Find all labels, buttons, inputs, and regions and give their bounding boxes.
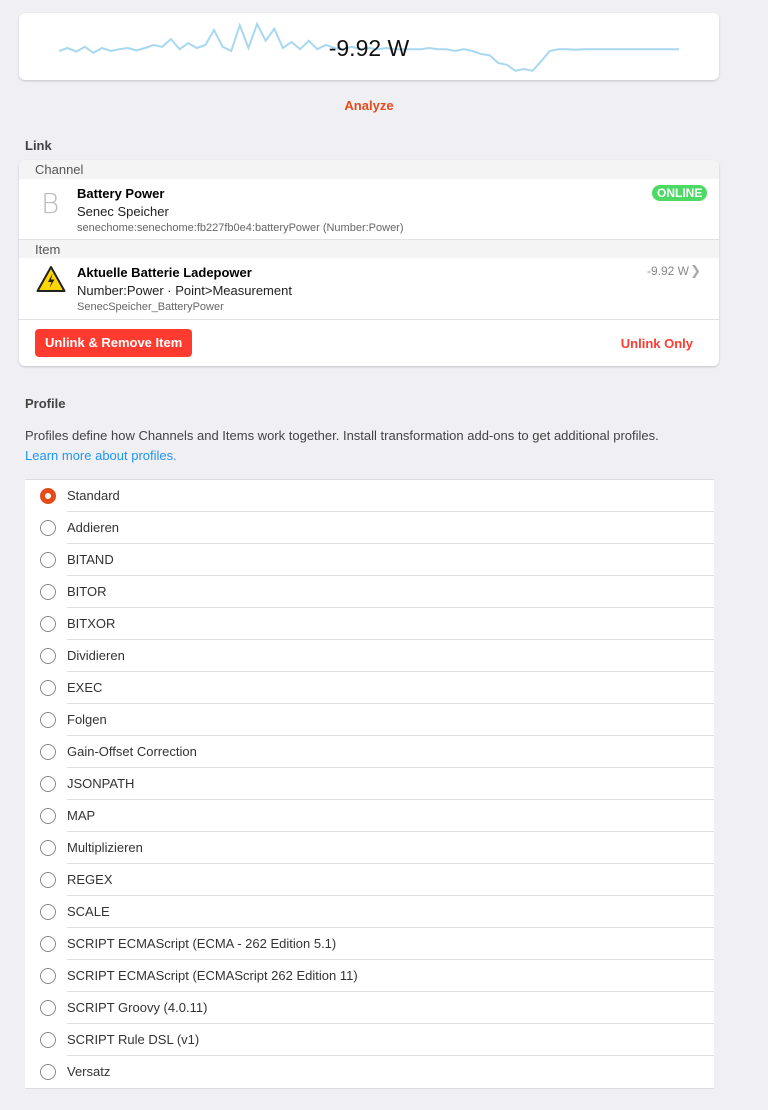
- profile-radio-list: Standard Addieren BITAND BITOR BITXOR Dividie…: [25, 479, 714, 1089]
- channel-name: Battery Power: [77, 186, 165, 201]
- radio-button[interactable]: [40, 904, 56, 920]
- profile-option[interactable]: BITOR: [25, 576, 714, 608]
- item-type: Number:Power · Point>Measurement: [77, 283, 292, 298]
- profile-option[interactable]: Standard: [25, 480, 714, 512]
- profile-option-label: Multiplizieren: [67, 840, 143, 855]
- radio-button[interactable]: [40, 648, 56, 664]
- radio-button[interactable]: [40, 680, 56, 696]
- profile-option[interactable]: Multiplizieren: [25, 832, 714, 864]
- profile-option-label: SCALE: [67, 904, 110, 919]
- sparkline-card[interactable]: -9.92 W: [19, 13, 719, 80]
- warning-icon: [36, 266, 66, 292]
- profile-option-label: Standard: [67, 488, 120, 503]
- unlink-only-button[interactable]: Unlink Only: [621, 336, 693, 351]
- analyze-link[interactable]: Analyze: [0, 98, 738, 113]
- chevron-right-icon[interactable]: ❯: [690, 263, 701, 279]
- radio-button[interactable]: [40, 936, 56, 952]
- divider: [19, 319, 719, 320]
- profile-option[interactable]: SCRIPT Groovy (4.0.11): [25, 992, 714, 1024]
- profile-section-title: Profile: [25, 396, 66, 411]
- profile-option-label: BITOR: [67, 584, 107, 599]
- radio-button[interactable]: [40, 616, 56, 632]
- radio-button[interactable]: [40, 1064, 56, 1080]
- profile-option-label: Gain-Offset Correction: [67, 744, 197, 759]
- profile-option[interactable]: SCRIPT ECMAScript (ECMAScript 262 Editio…: [25, 960, 714, 992]
- profile-option-label: BITAND: [67, 552, 114, 567]
- profile-option[interactable]: SCRIPT Rule DSL (v1): [25, 1024, 714, 1056]
- channel-uid: senechome:senechome:fb227fb0e4:batteryPo…: [77, 222, 404, 234]
- profile-option[interactable]: Gain-Offset Correction: [25, 736, 714, 768]
- radio-button[interactable]: [40, 488, 56, 504]
- profile-option-label: JSONPATH: [67, 776, 135, 791]
- link-section-title: Link: [25, 138, 52, 153]
- profile-option-label: SCRIPT ECMAScript (ECMAScript 262 Editio…: [67, 968, 358, 983]
- radio-button[interactable]: [40, 712, 56, 728]
- profile-option[interactable]: Dividieren: [25, 640, 714, 672]
- radio-button[interactable]: [40, 1032, 56, 1048]
- profile-option-label: REGEX: [67, 872, 113, 887]
- item-name: SenecSpeicher_BatteryPower: [77, 301, 224, 313]
- profile-description: Profiles define how Channels and Items w…: [25, 428, 659, 443]
- profile-option[interactable]: SCALE: [25, 896, 714, 928]
- profile-option-label: BITXOR: [67, 616, 116, 631]
- item-state: -9.92 W: [646, 264, 689, 278]
- profile-option[interactable]: Versatz: [25, 1056, 714, 1088]
- profile-option[interactable]: BITXOR: [25, 608, 714, 640]
- profile-option[interactable]: SCRIPT ECMAScript (ECMA - 262 Edition 5.…: [25, 928, 714, 960]
- profile-option-label: Folgen: [67, 712, 107, 727]
- link-card: Channel B Battery Power Senec Speicher s…: [19, 160, 719, 366]
- item-subheader: Item: [19, 239, 719, 258]
- channel-letter-icon: B: [41, 187, 60, 220]
- status-badge: ONLINE: [652, 185, 708, 201]
- radio-button[interactable]: [40, 872, 56, 888]
- profile-option[interactable]: Folgen: [25, 704, 714, 736]
- radio-button[interactable]: [40, 968, 56, 984]
- profile-option-label: Dividieren: [67, 648, 125, 663]
- channel-subheader: Channel: [19, 160, 719, 179]
- learn-more-link[interactable]: Learn more about profiles.: [25, 448, 177, 463]
- radio-button[interactable]: [40, 520, 56, 536]
- profile-option-label: EXEC: [67, 680, 103, 695]
- profile-option[interactable]: Addieren: [25, 512, 714, 544]
- channel-thing: Senec Speicher: [77, 204, 169, 219]
- profile-option-label: Addieren: [67, 520, 120, 535]
- profile-option-label: Versatz: [67, 1064, 111, 1079]
- radio-button[interactable]: [40, 584, 56, 600]
- unlink-remove-button[interactable]: Unlink & Remove Item: [35, 329, 193, 357]
- item-label[interactable]: Aktuelle Batterie Ladepower: [77, 265, 252, 280]
- profile-option-label: SCRIPT Groovy (4.0.11): [67, 1000, 208, 1015]
- radio-button[interactable]: [40, 744, 56, 760]
- profile-option[interactable]: EXEC: [25, 672, 714, 704]
- profile-option[interactable]: REGEX: [25, 864, 714, 896]
- radio-button[interactable]: [40, 808, 56, 824]
- profile-option[interactable]: BITAND: [25, 544, 714, 576]
- radio-button[interactable]: [40, 552, 56, 568]
- radio-button[interactable]: [40, 840, 56, 856]
- profile-option[interactable]: JSONPATH: [25, 768, 714, 800]
- profile-option[interactable]: MAP: [25, 800, 714, 832]
- profile-option-label: MAP: [67, 808, 96, 823]
- profile-option-label: SCRIPT Rule DSL (v1): [67, 1032, 200, 1047]
- radio-button[interactable]: [40, 1000, 56, 1016]
- profile-option-label: SCRIPT ECMAScript (ECMA - 262 Edition 5.…: [67, 936, 337, 951]
- radio-button[interactable]: [40, 776, 56, 792]
- current-value: -9.92 W: [328, 35, 410, 61]
